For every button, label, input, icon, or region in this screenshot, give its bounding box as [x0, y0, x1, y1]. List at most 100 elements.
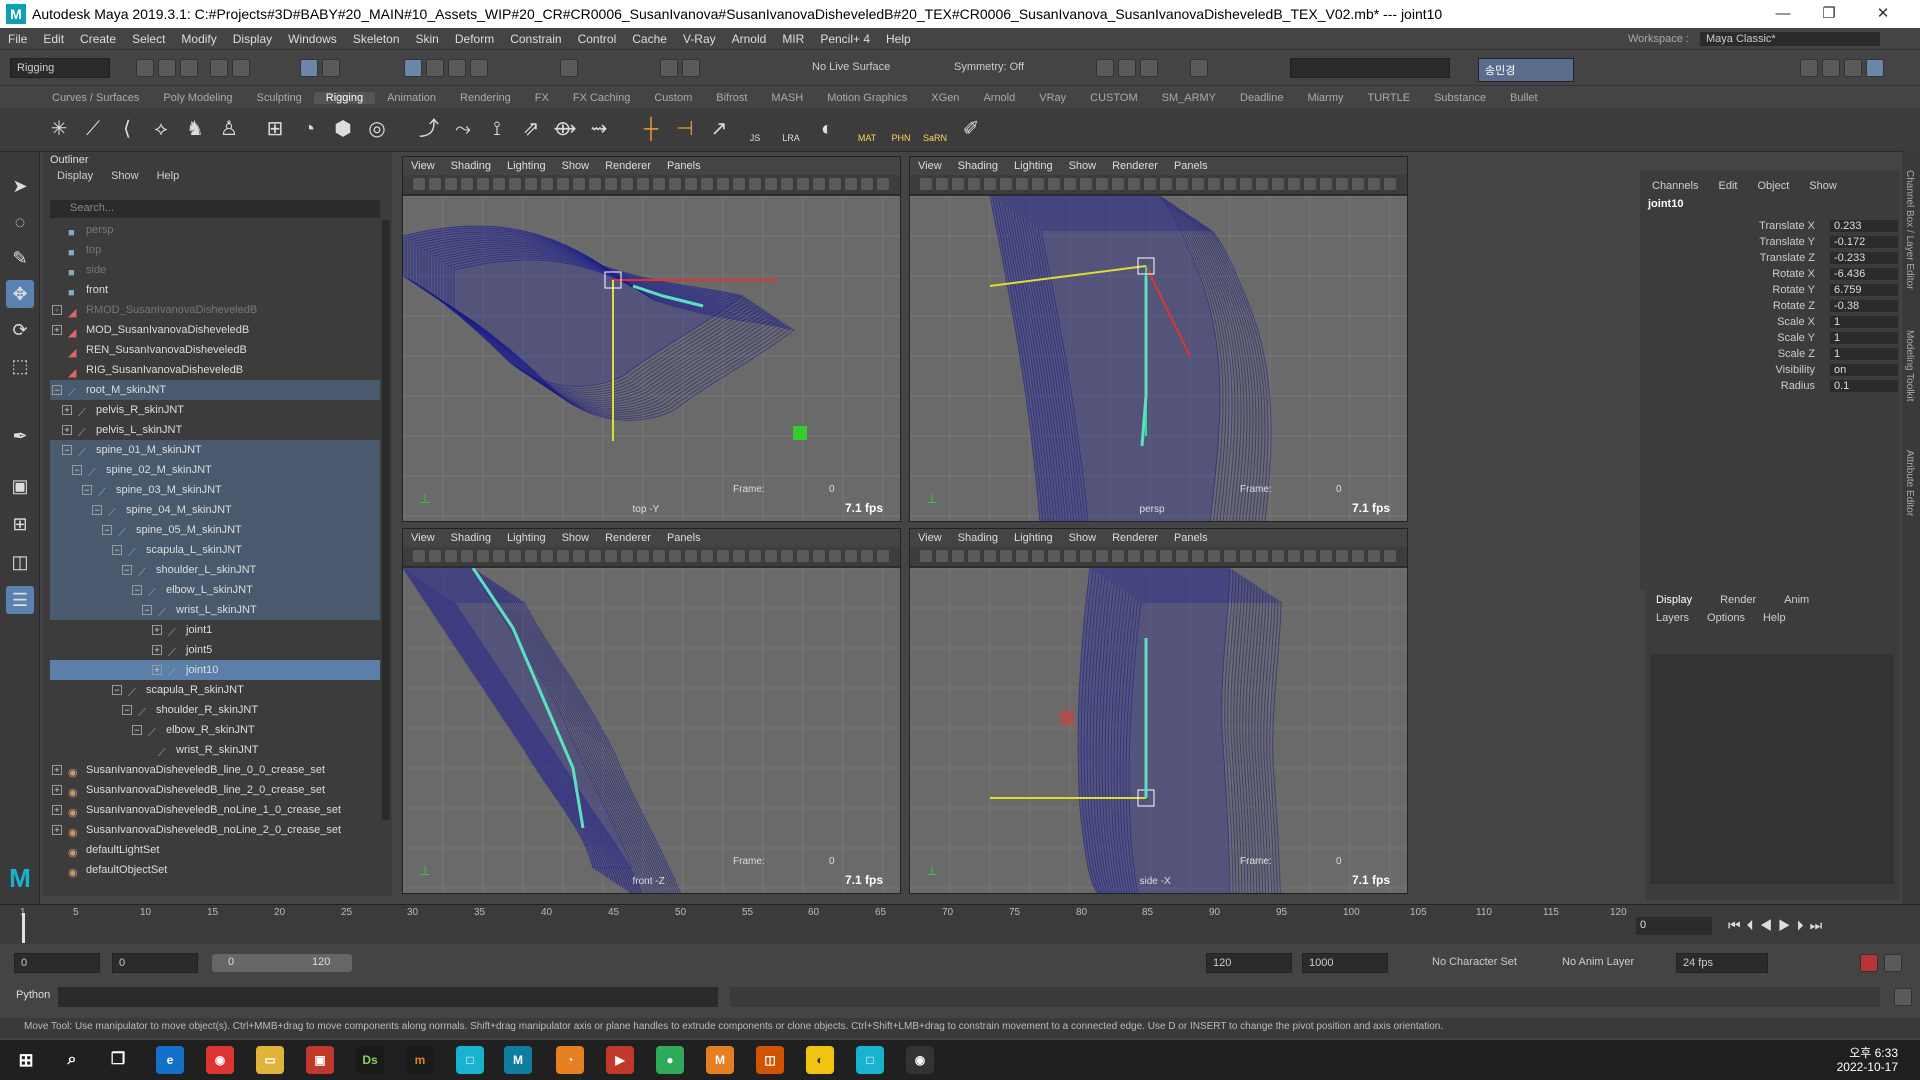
outliner-item[interactable]: + ⟋ pelvis_L_skinJNT [50, 420, 380, 440]
panel-toolbar-icon[interactable] [669, 178, 681, 190]
end-time-field[interactable]: 1000 [1302, 953, 1388, 973]
range-start-field[interactable]: 0 [112, 953, 198, 973]
panel-toolbar-icon[interactable] [621, 550, 633, 562]
layer-tab-render[interactable]: Render [1720, 594, 1756, 606]
expand-toggle-icon[interactable]: + [62, 425, 72, 435]
channel-attr-value[interactable]: 6.759 [1830, 284, 1898, 296]
js-shelf-button[interactable]: JS [740, 114, 770, 144]
channel-attr-row[interactable]: Scale X 1 [1640, 316, 1900, 332]
panel-menu-lighting[interactable]: Lighting [507, 532, 546, 544]
menu-deform[interactable]: Deform [447, 32, 502, 46]
menu-cache[interactable]: Cache [624, 32, 675, 46]
channel-box-menu-edit[interactable]: Edit [1718, 180, 1737, 192]
panel-toolbar-icon[interactable] [952, 550, 964, 562]
rotate-tool-icon[interactable]: ⟳ [6, 316, 34, 344]
panel-toolbar-icon[interactable] [797, 178, 809, 190]
panel-toolbar-icon[interactable] [936, 178, 948, 190]
panel-toolbar-icon[interactable] [861, 178, 873, 190]
shelf-tab-fx[interactable]: FX [523, 92, 561, 104]
range-end-field[interactable]: 120 [1206, 953, 1292, 973]
shelf-tab-animation[interactable]: Animation [375, 92, 448, 104]
expand-toggle-icon[interactable]: + [52, 305, 62, 315]
menu-help[interactable]: Help [878, 32, 919, 46]
panel-toolbar-icon[interactable] [1208, 178, 1220, 190]
outliner-item[interactable]: − ⟋ root_M_skinJNT [50, 380, 380, 400]
panel-toolbar-icon[interactable] [1144, 550, 1156, 562]
panel-menu-renderer[interactable]: Renderer [605, 532, 651, 544]
panel-toolbar-icon[interactable] [525, 178, 537, 190]
point-constraint-icon[interactable]: ⟟ [482, 114, 512, 144]
menu-pencil-4[interactable]: Pencil+ 4 [812, 32, 878, 46]
panel-toolbar-icon[interactable] [765, 550, 777, 562]
top-viewport[interactable]: View Shading Lighting Show Renderer Panels ⊥ to… [402, 156, 901, 522]
orient-joint-icon[interactable]: ⟡ [146, 114, 176, 144]
channel-attr-row[interactable]: Translate Z -0.233 [1640, 252, 1900, 268]
shelf-tab-mash[interactable]: MASH [759, 92, 815, 104]
layer-menu-layers[interactable]: Layers [1656, 612, 1689, 624]
panel-toolbar-icon[interactable] [936, 550, 948, 562]
panel-toolbar-icon[interactable] [920, 550, 932, 562]
maya-active-icon[interactable]: M [504, 1046, 532, 1074]
close-button[interactable]: ✕ [1860, 0, 1906, 28]
panel-toolbar-icon[interactable] [445, 550, 457, 562]
windows-start-icon[interactable]: ⊞ [12, 1046, 40, 1074]
quick-rig-icon[interactable]: ♞ [180, 114, 210, 144]
channel-attr-row[interactable]: Radius 0.1 [1640, 380, 1900, 396]
single-perspective-layout-icon[interactable]: ▣ [6, 472, 34, 500]
panel-toolbar-icon[interactable] [968, 550, 980, 562]
panel-toolbar-icon[interactable] [477, 550, 489, 562]
panel-toolbar-icon[interactable] [541, 550, 553, 562]
panel-toolbar-icon[interactable] [573, 550, 585, 562]
task-view-icon[interactable]: ❐ [104, 1046, 132, 1074]
outliner-search-input[interactable]: Search... [50, 200, 380, 218]
outliner-scrollbar[interactable] [382, 220, 390, 820]
menu-display[interactable]: Display [225, 32, 280, 46]
expand-toggle-icon[interactable]: + [52, 805, 62, 815]
expand-toggle-icon[interactable]: − [82, 485, 92, 495]
panel-toolbar-icon[interactable] [1128, 550, 1140, 562]
panel-menu-shading[interactable]: Shading [451, 160, 491, 172]
lasso-tool-icon[interactable]: ◌ [6, 208, 34, 236]
cluster-icon[interactable]: ◎ [362, 114, 392, 144]
channel-box-menu-object[interactable]: Object [1757, 180, 1789, 192]
command-language-label[interactable]: Python [16, 989, 50, 1001]
panel-toolbar-icon[interactable] [669, 550, 681, 562]
aim-constraint-icon[interactable]: ⇗ [516, 114, 546, 144]
shelf-tab-custom[interactable]: Custom [642, 92, 704, 104]
panel-toolbar-icon[interactable] [1160, 178, 1172, 190]
panel-toolbar-icon[interactable] [829, 178, 841, 190]
marvelous-designer-icon[interactable]: m [406, 1046, 434, 1074]
panel-toolbar-icon[interactable] [1032, 178, 1044, 190]
expand-toggle-icon[interactable]: − [132, 725, 142, 735]
channel-attr-value[interactable]: 0.1 [1830, 380, 1898, 392]
outliner-item[interactable]: − ⟋ scapula_R_skinJNT [50, 680, 380, 700]
panel-toolbar-icon[interactable] [749, 550, 761, 562]
mari-icon[interactable]: M [706, 1046, 734, 1074]
snap-to-view-plane-icon[interactable] [470, 59, 488, 77]
parent-constraint-icon[interactable]: ⇝ [584, 114, 614, 144]
side-viewport[interactable]: View Shading Lighting Show Renderer Panels ⊥ si… [909, 528, 1408, 894]
panel-menu-renderer[interactable]: Renderer [605, 160, 651, 172]
layer-tab-display[interactable]: Display [1656, 594, 1692, 606]
layer-menu-help[interactable]: Help [1763, 612, 1786, 624]
front-viewport[interactable]: View Shading Lighting Show Renderer Panels ⊥ fr… [402, 528, 901, 894]
shelf-tab-sm-army[interactable]: SM_ARMY [1150, 92, 1228, 104]
outliner-item[interactable]: ◢ REN_SusanIvanovaDisheveledB [50, 340, 380, 360]
range-slider[interactable]: 0 120 [212, 954, 352, 972]
construction-history-icon[interactable] [560, 59, 578, 77]
show-channel-box-icon[interactable] [1866, 59, 1884, 77]
phn-shelf-button[interactable]: PHN [886, 114, 916, 144]
outliner-item[interactable]: + ⟋ joint10 [50, 660, 380, 680]
panel-toolbar-icon[interactable] [1096, 178, 1108, 190]
channel-attr-row[interactable]: Rotate X -6.436 [1640, 268, 1900, 284]
channel-attr-value[interactable]: -6.436 [1830, 268, 1898, 280]
outliner-item[interactable]: + ⟋ joint1 [50, 620, 380, 640]
panel-toolbar-icon[interactable] [1016, 550, 1028, 562]
panel-toolbar-icon[interactable] [968, 178, 980, 190]
panel-toolbar-icon[interactable] [1064, 178, 1076, 190]
panel-toolbar-icon[interactable] [845, 550, 857, 562]
pause-viewport-icon[interactable] [1190, 59, 1208, 77]
redo-icon[interactable] [232, 59, 250, 77]
panel-toolbar-icon[interactable] [493, 178, 505, 190]
panel-toolbar-icon[interactable] [413, 178, 425, 190]
